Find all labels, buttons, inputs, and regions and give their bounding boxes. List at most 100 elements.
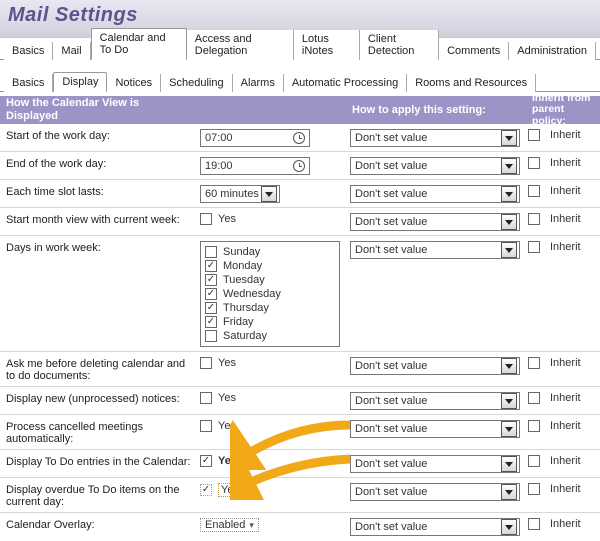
apply-select-days[interactable]: Don't set value bbox=[350, 241, 520, 259]
apply-select-end-day[interactable]: Don't set value bbox=[350, 157, 520, 175]
inherit-checkbox-ask-delete[interactable] bbox=[528, 357, 540, 369]
tab-notices[interactable]: Notices bbox=[107, 74, 161, 92]
apply-select-overlay[interactable]: Don't set value bbox=[350, 518, 520, 536]
row-time-slot: Each time slot lasts: 60 minutes Don't s… bbox=[0, 180, 600, 208]
day-item-friday[interactable]: Friday bbox=[205, 315, 335, 329]
tab-alarms[interactable]: Alarms bbox=[233, 74, 284, 92]
tab-access-and-delegation[interactable]: Access and Delegation bbox=[187, 30, 294, 60]
label-end-of-work-day: End of the work day: bbox=[0, 156, 200, 170]
apply-select-proc-cancel[interactable]: Don't set value bbox=[350, 420, 520, 438]
proc-cancel-checkbox[interactable] bbox=[200, 420, 212, 432]
day-item-tuesday[interactable]: Tuesday bbox=[205, 273, 335, 287]
day-checkbox[interactable] bbox=[205, 274, 217, 286]
section-col-inherit: Inherit from parent policy: bbox=[528, 93, 600, 128]
tab-lotus-inotes[interactable]: Lotus iNotes bbox=[294, 30, 360, 60]
inherit-checkbox-disp-overdue[interactable] bbox=[528, 483, 540, 495]
days-listbox[interactable]: SundayMondayTuesdayWednesdayThursdayFrid… bbox=[200, 241, 340, 347]
day-label: Saturday bbox=[223, 330, 267, 342]
start-time-field[interactable]: 07:00 bbox=[200, 129, 310, 147]
day-label: Friday bbox=[223, 316, 254, 328]
inherit-checkbox-disp-new[interactable] bbox=[528, 392, 540, 404]
day-item-thursday[interactable]: Thursday bbox=[205, 301, 335, 315]
apply-select-ask-delete[interactable]: Don't set value bbox=[350, 357, 520, 375]
tab-basics[interactable]: Basics bbox=[4, 74, 53, 92]
day-checkbox[interactable] bbox=[205, 288, 217, 300]
day-checkbox[interactable] bbox=[205, 316, 217, 328]
day-checkbox[interactable] bbox=[205, 246, 217, 258]
tab-rooms-and-resources[interactable]: Rooms and Resources bbox=[407, 74, 536, 92]
tab-comments[interactable]: Comments bbox=[439, 42, 509, 60]
chevron-down-icon bbox=[501, 484, 517, 500]
inherit-checkbox-slot[interactable] bbox=[528, 185, 540, 197]
start-time-value: 07:00 bbox=[205, 132, 233, 144]
chevron-down-icon bbox=[501, 358, 517, 374]
secondary-tabstrip: BasicsDisplayNoticesSchedulingAlarmsAuto… bbox=[0, 70, 600, 92]
day-label: Sunday bbox=[223, 246, 260, 258]
row-start-month-view: Start month view with current week: Yes … bbox=[0, 208, 600, 236]
tab-client-detection[interactable]: Client Detection bbox=[360, 30, 439, 60]
inherit-checkbox-end-day[interactable] bbox=[528, 157, 540, 169]
row-display-overdue-todo: Display overdue To Do items on the curre… bbox=[0, 478, 600, 513]
chevron-down-icon bbox=[501, 158, 517, 174]
row-display-new-notices: Display new (unprocessed) notices: Yes D… bbox=[0, 387, 600, 415]
section-col-displayed: How the Calendar View is Displayed bbox=[0, 95, 200, 124]
tab-basics[interactable]: Basics bbox=[4, 42, 53, 60]
apply-select-disp-todo[interactable]: Don't set value bbox=[350, 455, 520, 473]
chevron-down-icon bbox=[501, 242, 517, 258]
disp-todo-checkbox[interactable] bbox=[200, 455, 212, 467]
row-process-cancelled: Process cancelled meetings automatically… bbox=[0, 415, 600, 450]
apply-select-start-day[interactable]: Don't set value bbox=[350, 129, 520, 147]
label-days-work-week: Days in work week: bbox=[0, 240, 200, 254]
day-item-sunday[interactable]: Sunday bbox=[205, 245, 335, 259]
chevron-down-icon bbox=[501, 456, 517, 472]
apply-select-start-month[interactable]: Don't set value bbox=[350, 213, 520, 231]
inherit-label: Inherit bbox=[550, 129, 581, 141]
row-days-in-work-week: Days in work week: SundayMondayTuesdayWe… bbox=[0, 236, 600, 352]
inherit-checkbox-overlay[interactable] bbox=[528, 518, 540, 530]
inherit-checkbox-start-month[interactable] bbox=[528, 213, 540, 225]
overlay-chip[interactable]: Enabled ▾ bbox=[200, 518, 259, 532]
chevron-down-icon bbox=[501, 186, 517, 202]
end-time-field[interactable]: 19:00 bbox=[200, 157, 310, 175]
day-checkbox[interactable] bbox=[205, 260, 217, 272]
apply-select-disp-new[interactable]: Don't set value bbox=[350, 392, 520, 410]
tab-administration[interactable]: Administration bbox=[509, 42, 596, 60]
chevron-down-icon bbox=[501, 421, 517, 437]
row-display-todo: Display To Do entries in the Calendar: Y… bbox=[0, 450, 600, 478]
day-checkbox[interactable] bbox=[205, 330, 217, 342]
apply-select-disp-overdue[interactable]: Don't set value bbox=[350, 483, 520, 501]
inherit-checkbox-start-day[interactable] bbox=[528, 129, 540, 141]
ask-delete-checkbox[interactable] bbox=[200, 357, 212, 369]
inherit-checkbox-days[interactable] bbox=[528, 241, 540, 253]
day-item-monday[interactable]: Monday bbox=[205, 259, 335, 273]
start-month-checkbox[interactable] bbox=[200, 213, 212, 225]
inherit-checkbox-proc-cancel[interactable] bbox=[528, 420, 540, 432]
tab-automatic-processing[interactable]: Automatic Processing bbox=[284, 74, 407, 92]
primary-tabstrip: BasicsMailCalendar and To DoAccess and D… bbox=[0, 38, 600, 60]
tab-display[interactable]: Display bbox=[53, 72, 107, 92]
disp-new-checkbox[interactable] bbox=[200, 392, 212, 404]
day-checkbox[interactable] bbox=[205, 302, 217, 314]
label-start-of-work-day: Start of the work day: bbox=[0, 128, 200, 142]
yes-label: Yes bbox=[218, 213, 236, 225]
inherit-checkbox-disp-todo[interactable] bbox=[528, 455, 540, 467]
tab-scheduling[interactable]: Scheduling bbox=[161, 74, 232, 92]
chevron-down-icon bbox=[501, 393, 517, 409]
chevron-down-icon bbox=[501, 519, 517, 535]
end-time-value: 19:00 bbox=[205, 160, 233, 172]
apply-select-slot[interactable]: Don't set value bbox=[350, 185, 520, 203]
day-item-saturday[interactable]: Saturday bbox=[205, 329, 335, 343]
tab-mail[interactable]: Mail bbox=[53, 42, 90, 60]
slot-select[interactable]: 60 minutes bbox=[200, 185, 280, 203]
section-header: How the Calendar View is Displayed How t… bbox=[0, 96, 600, 124]
tab-calendar-and-to-do[interactable]: Calendar and To Do bbox=[91, 28, 187, 60]
label-disp-todo: Display To Do entries in the Calendar: bbox=[0, 454, 200, 468]
label-disp-new: Display new (unprocessed) notices: bbox=[0, 391, 200, 405]
day-item-wednesday[interactable]: Wednesday bbox=[205, 287, 335, 301]
disp-overdue-checkbox[interactable] bbox=[200, 484, 212, 496]
clock-icon bbox=[293, 132, 305, 144]
chevron-down-icon bbox=[501, 130, 517, 146]
disp-overdue-yes-label: Yes bbox=[218, 483, 242, 497]
row-start-of-work-day: Start of the work day: 07:00 Don't set v… bbox=[0, 124, 600, 152]
clock-icon bbox=[293, 160, 305, 172]
